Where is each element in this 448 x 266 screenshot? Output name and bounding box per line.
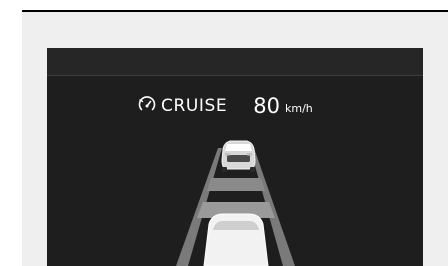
road-graphic: [176, 140, 295, 266]
distance-bar-far: [207, 178, 265, 191]
vehicle-ahead-icon: [221, 140, 256, 172]
cluster-display: CRUISE 80 km/h: [47, 48, 423, 266]
own-vehicle-icon: [203, 213, 269, 266]
